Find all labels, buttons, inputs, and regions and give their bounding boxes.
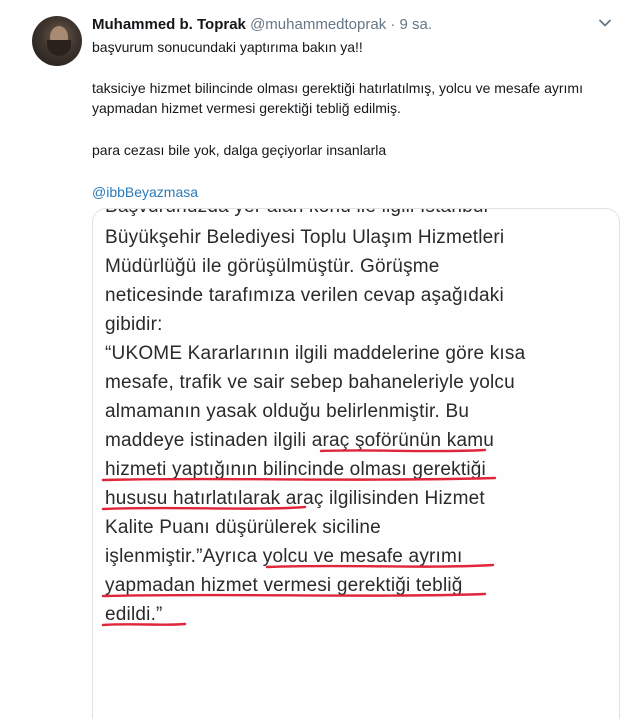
underline-stroke [101,476,497,482]
red-underline-markup [101,448,497,627]
display-name[interactable]: Muhammed b. Toprak [92,16,246,33]
avatar-beard [47,40,71,56]
tweet-text-line: taksiciye hizmet bilincinde olması gerek… [92,80,583,96]
underline-stroke [101,592,487,598]
attached-image[interactable]: Başvurunuzda yer alan konu ile ilgili İs… [92,208,620,719]
underline-stroke [101,622,187,627]
underline-stroke [265,563,495,569]
underline-strokes [101,448,497,627]
tweet-text-line: başvurum sonucundaki yaptırıma bakın ya!… [92,39,363,55]
timestamp[interactable]: 9 sa. [400,16,433,33]
chevron-down-icon[interactable] [598,16,612,30]
tweet-text-line: para cezası bile yok, dalga geçiyorlar i… [92,142,387,158]
tweet-header: Muhammed b. Toprak @muhammedtoprak · 9 s… [92,16,432,33]
separator: · [386,16,400,33]
mention-link[interactable]: @ibbBeyazmasa [92,184,198,200]
avatar[interactable] [32,16,82,66]
underline-stroke [319,448,487,453]
underline-stroke [101,505,307,511]
tweet-text-line: yapmadan hizmet vermesi gerektiği tebliğ… [92,100,401,116]
handle[interactable]: @muhammedtoprak [250,16,386,33]
